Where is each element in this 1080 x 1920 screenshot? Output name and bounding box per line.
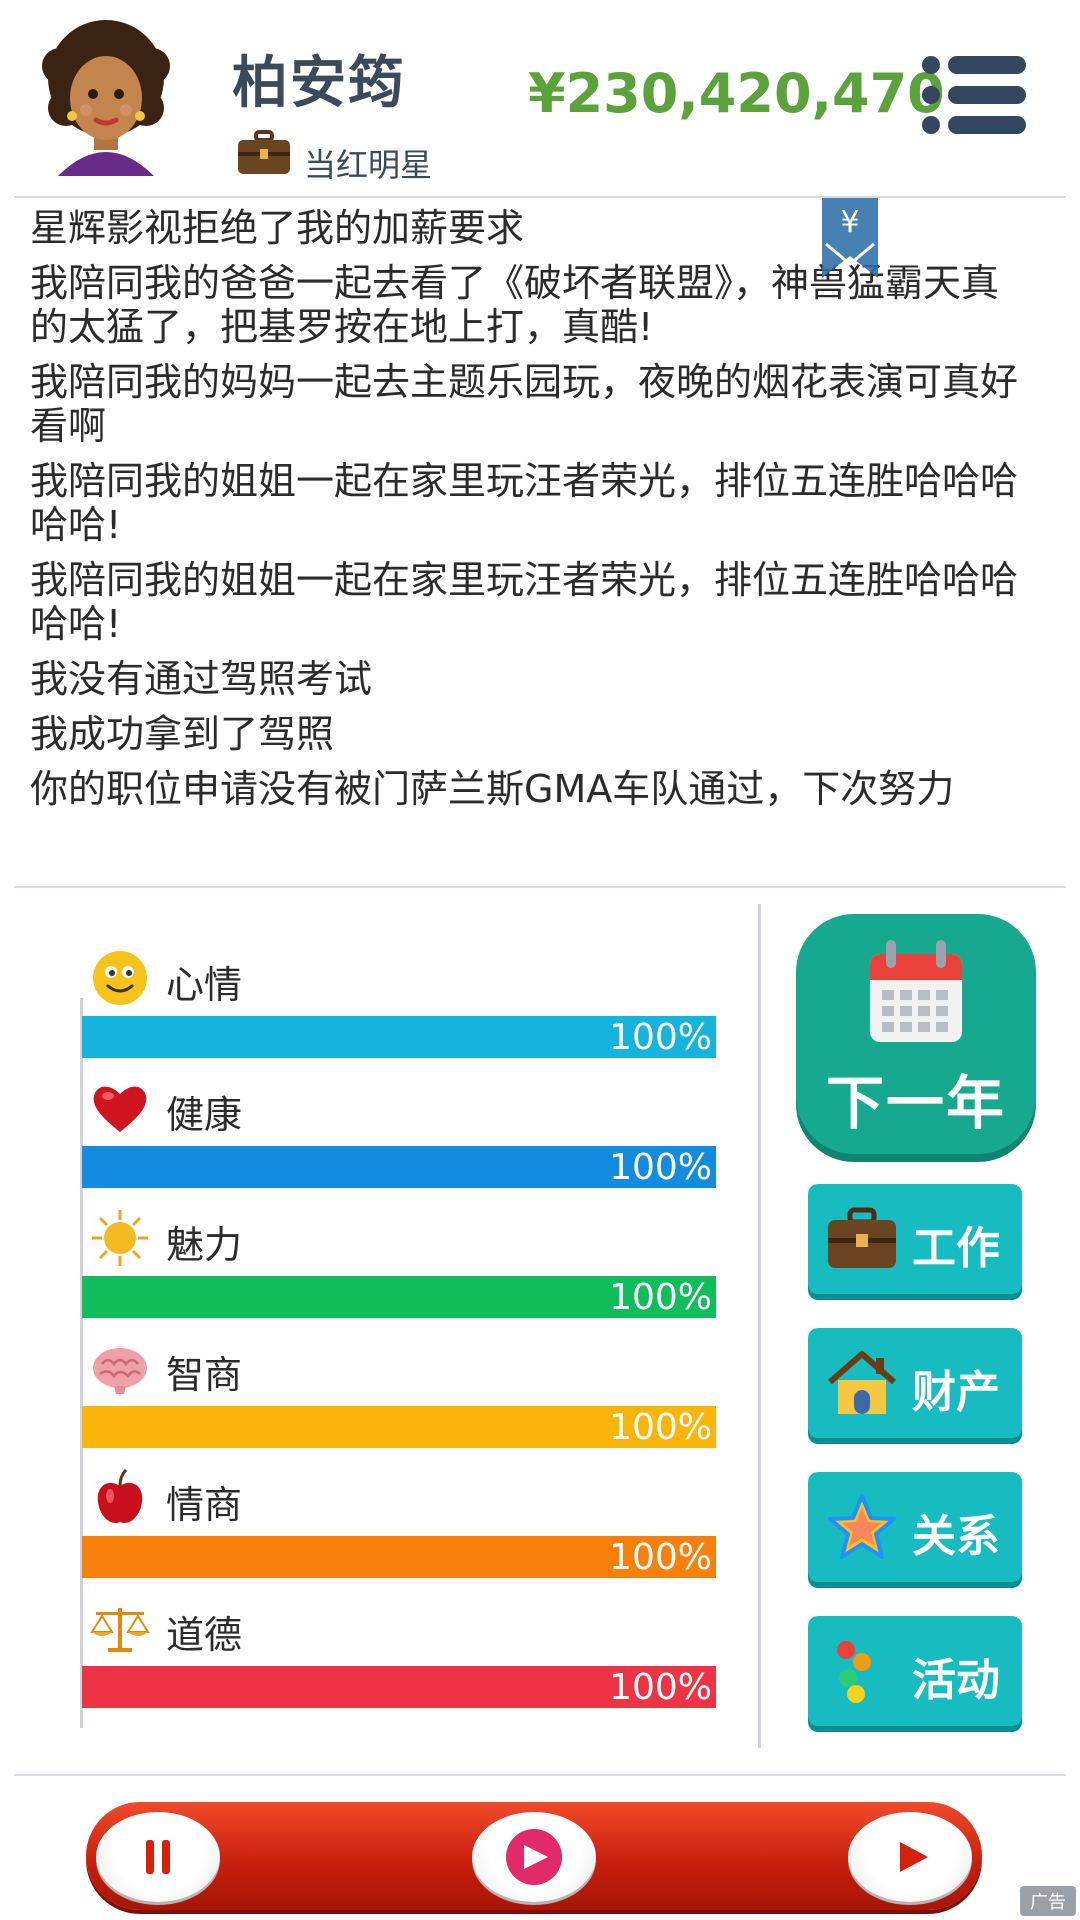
stat-label: 魅力 (166, 1223, 243, 1267)
briefcase-icon (828, 1207, 896, 1268)
stat-percent: 100% (609, 1407, 712, 1448)
log-line: 我陪同我的妈妈一起去主题乐园玩，夜晚的烟花表演可真好看啊 (30, 360, 1019, 448)
stat-label: 智商 (166, 1353, 243, 1397)
record-button[interactable] (472, 1812, 596, 1902)
stat-percent: 100% (609, 1537, 712, 1578)
scales-icon (90, 1608, 150, 1652)
star-icon (828, 1494, 896, 1559)
log-line: 我陪同我的爸爸一起去看了《破坏者联盟》，神兽猛霸天真的太猛了，把基罗按在地上打，… (30, 261, 1000, 349)
log-line: 星辉影视拒绝了我的加薪要求 (30, 206, 525, 250)
game-screen: 柏安筠 当红明星 ¥230,420,470 星辉影视拒绝了我的加薪要求 我陪同我… (0, 0, 1080, 1920)
bookmark-symbol: ¥ (840, 205, 859, 240)
stat-label: 健康 (166, 1093, 243, 1137)
yuan-bookmark-icon[interactable]: ¥ (822, 198, 878, 278)
event-log: 星辉影视拒绝了我的加薪要求 我陪同我的爸爸一起去看了《破坏者联盟》，神兽猛霸天真… (30, 206, 1036, 822)
menu-icon[interactable] (922, 56, 1026, 134)
log-divider (14, 886, 1066, 888)
brain-icon (93, 1348, 147, 1394)
property-button[interactable]: 财产 (808, 1328, 1022, 1438)
pause-button[interactable] (96, 1812, 220, 1902)
stat-label: 心情 (166, 963, 243, 1007)
stat-percent: 100% (609, 1277, 712, 1318)
apple-icon (97, 1468, 143, 1524)
footer-divider (14, 1774, 1066, 1776)
play-button[interactable] (848, 1812, 972, 1902)
video-icon (506, 1829, 562, 1885)
activity-label: 活动 (912, 1655, 1000, 1706)
activity-button[interactable]: 活动 (808, 1616, 1022, 1726)
log-line: 我陪同我的姐姐一起在家里玩汪者荣光，排位五连胜哈哈哈哈哈! (30, 459, 1019, 547)
stat-percent: 100% (609, 1147, 712, 1188)
player-name: 柏安筠 (232, 51, 406, 116)
next-year-button[interactable]: 下一年 (796, 914, 1036, 1154)
stat-percent: 100% (609, 1017, 712, 1058)
stat-bar: 100% (82, 1536, 716, 1578)
stat-bar: 100% (82, 1276, 716, 1318)
log-line: 我没有通过驾照考试 (30, 657, 373, 701)
log-line: 你的职位申请没有被门萨兰斯GMA车队通过，下次努力 (30, 767, 955, 811)
property-label: 财产 (912, 1367, 1000, 1418)
stat-bar: 100% (82, 1666, 716, 1708)
log-line: 我陪同我的姐姐一起在家里玩汪者荣光，排位五连胜哈哈哈哈哈! (30, 558, 1019, 646)
stat-bar: 100% (82, 1406, 716, 1448)
activity-dots-icon (837, 1641, 871, 1703)
stat-label: 道德 (166, 1613, 243, 1657)
stat-bar: 100% (82, 1016, 716, 1058)
smiley-icon (93, 951, 147, 1005)
ad-badge: 广告 (1020, 1886, 1076, 1916)
relations-button[interactable]: 关系 (808, 1472, 1022, 1582)
avatar[interactable] (36, 18, 176, 176)
sun-icon (92, 1210, 148, 1266)
briefcase-icon (238, 130, 290, 174)
work-button[interactable]: 工作 (808, 1184, 1022, 1294)
stats-frame (80, 998, 83, 1728)
relations-label: 关系 (912, 1511, 1000, 1562)
job-title: 当红明星 (304, 146, 433, 184)
calendar-icon (870, 940, 962, 1042)
heart-icon (93, 1086, 147, 1132)
stats-divider (758, 904, 761, 1748)
play-icon (900, 1842, 928, 1872)
stat-label: 情商 (166, 1483, 243, 1527)
stat-percent: 100% (609, 1667, 712, 1708)
log-line: 我成功拿到了驾照 (30, 712, 335, 756)
header-divider (14, 196, 1066, 198)
work-label: 工作 (912, 1223, 1000, 1274)
pause-icon (146, 1840, 170, 1874)
stat-bar: 100% (82, 1146, 716, 1188)
playback-bar (86, 1802, 982, 1910)
house-icon (828, 1351, 896, 1414)
money-balance: ¥230,420,470 (528, 62, 945, 125)
next-year-label: 下一年 (825, 1069, 1006, 1137)
